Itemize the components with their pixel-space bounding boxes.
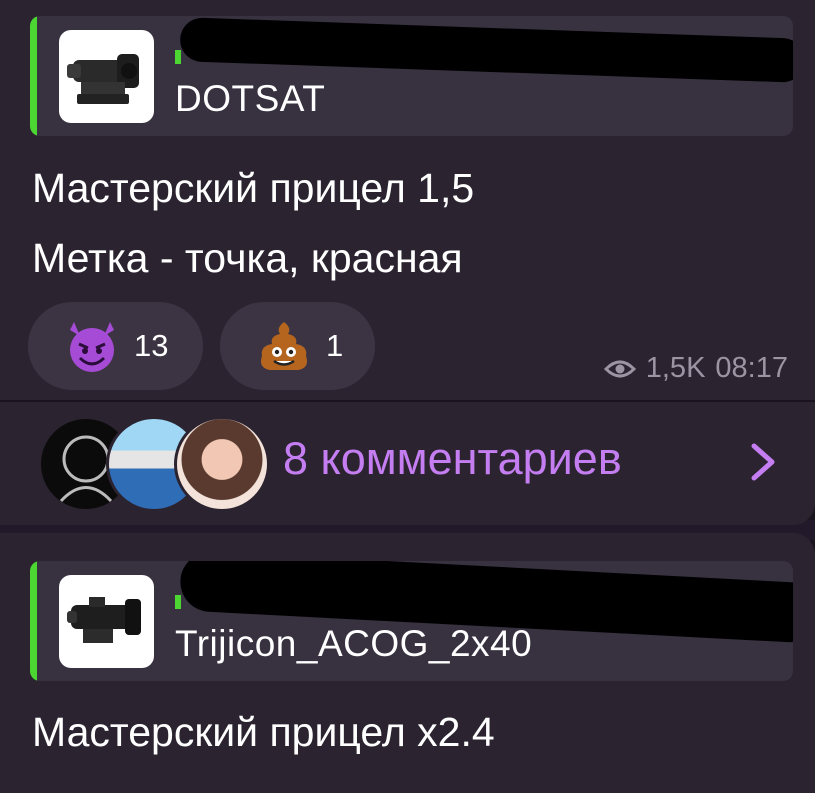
message-bubble[interactable]: Trijicon_ACOG_2x40 Мастерский прицел x2.… [0,533,815,793]
avatar [174,416,270,512]
comments-divider [0,400,815,402]
acog-scope-icon [59,575,154,668]
message-text-line: Метка - точка, красная [32,235,463,281]
reaction-poop[interactable]: 1 [220,302,375,390]
message-time: 08:17 [715,352,788,384]
redaction-mark [179,17,793,83]
views-eye-icon [603,360,636,377]
chevron-right-icon[interactable] [748,440,778,484]
message-text-line: Мастерский прицел x2.4 [32,709,495,755]
reaction-count: 13 [134,328,169,363]
reply-accent-bar [30,16,37,136]
reply-preview[interactable]: Trijicon_ACOG_2x40 [30,561,793,681]
reaction-count: 1 [326,328,344,363]
message-bubble[interactable]: DOTSAT Мастерский прицел 1,5 Метка - точ… [0,0,815,525]
reaction-devil[interactable]: 13 [28,302,203,390]
poop-emoji [261,322,307,370]
message-text-line: Мастерский прицел 1,5 [32,165,475,211]
reply-text: DOTSAT [175,78,326,119]
views-count: 1,5K [645,352,706,384]
reply-preview[interactable]: DOTSAT [30,16,793,136]
scope-icon [59,30,154,123]
message-meta: 1,5K 08:17 [603,352,788,385]
reply-accent-bar [30,561,37,681]
reply-text: Trijicon_ACOG_2x40 [175,623,533,664]
smiling-devil-emoji [70,322,114,372]
comments-link[interactable]: 8 комментариев [283,433,622,485]
